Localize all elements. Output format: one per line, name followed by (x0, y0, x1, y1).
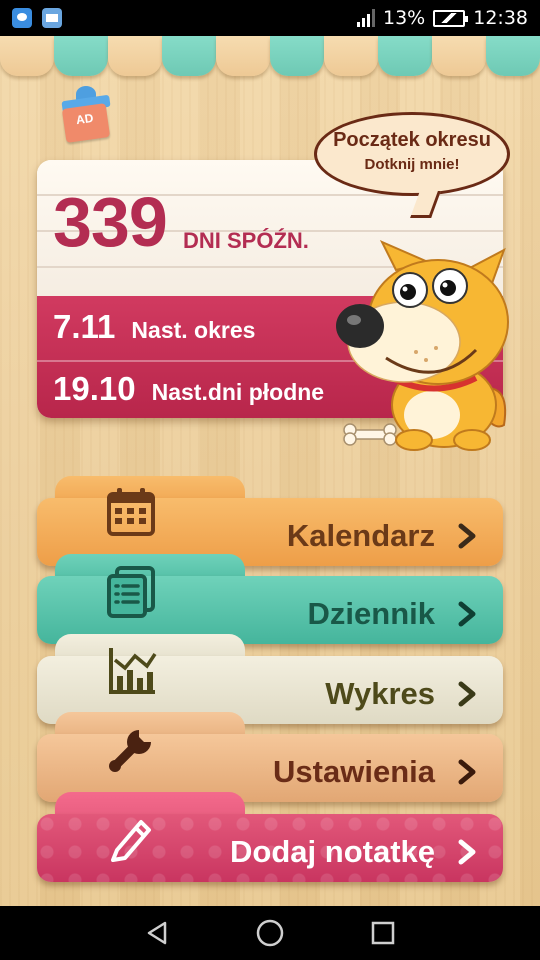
menu-dziennik[interactable]: Dziennik (37, 554, 503, 646)
chevron-right-icon (458, 681, 476, 707)
signal-icon (357, 9, 375, 27)
messenger-icon (12, 8, 32, 28)
period-start-bubble[interactable]: Początek okresu Dotknij mnie! (314, 112, 510, 196)
menu-wykres-label: Wykres (325, 676, 435, 711)
menu-dziennik-label: Dziennik (307, 596, 435, 631)
chevron-right-icon (458, 601, 476, 627)
days-late-count: 339 (53, 183, 168, 261)
menu-kalendarz-label: Kalendarz (286, 518, 435, 553)
menu-ustawienia-label: Ustawienia (273, 754, 435, 789)
chevron-right-icon (458, 759, 476, 785)
menu-ustawienia[interactable]: Ustawienia (37, 712, 503, 804)
next-period-date: 7.11 (53, 308, 116, 345)
bubble-title: Początek okresu (333, 129, 491, 151)
awning-decoration (0, 36, 540, 78)
chart-icon (109, 648, 157, 694)
dog-mascot[interactable] (326, 239, 516, 455)
pencil-icon (111, 820, 151, 862)
chevron-right-icon (458, 839, 476, 865)
menu-dodaj-notatke-label: Dodaj notatkę (230, 834, 435, 869)
chevron-right-icon (458, 523, 476, 549)
recents-icon[interactable] (366, 916, 400, 950)
status-bar: 13% 12:38 (0, 0, 540, 36)
next-fertile-date: 19.10 (53, 370, 136, 407)
next-fertile-row: 19.10 Nast.dni płodne (53, 370, 324, 408)
bubble-subtitle: Dotknij mnie! (364, 156, 460, 173)
menu-dodaj-notatke[interactable]: Dodaj notatkę (37, 792, 503, 884)
days-late-label: DNI SPÓŹN. (183, 228, 309, 253)
wrench-icon (109, 730, 151, 772)
system-nav-bar (0, 906, 540, 960)
calendar-icon (107, 488, 155, 536)
gift-ad-label: AD (75, 110, 95, 128)
home-icon[interactable] (253, 916, 287, 950)
journal-icon (107, 566, 155, 618)
back-icon[interactable] (140, 916, 174, 950)
gift-ad-icon[interactable]: AD (61, 86, 112, 143)
next-period-row: 7.11 Nast. okres (53, 308, 255, 346)
clock: 12:38 (473, 7, 528, 29)
next-period-label: Nast. okres (131, 317, 256, 343)
battery-percent: 13% (383, 7, 426, 29)
battery-charging-icon (433, 9, 469, 27)
mail-icon (42, 8, 62, 28)
next-fertile-label: Nast.dni płodne (151, 379, 325, 405)
